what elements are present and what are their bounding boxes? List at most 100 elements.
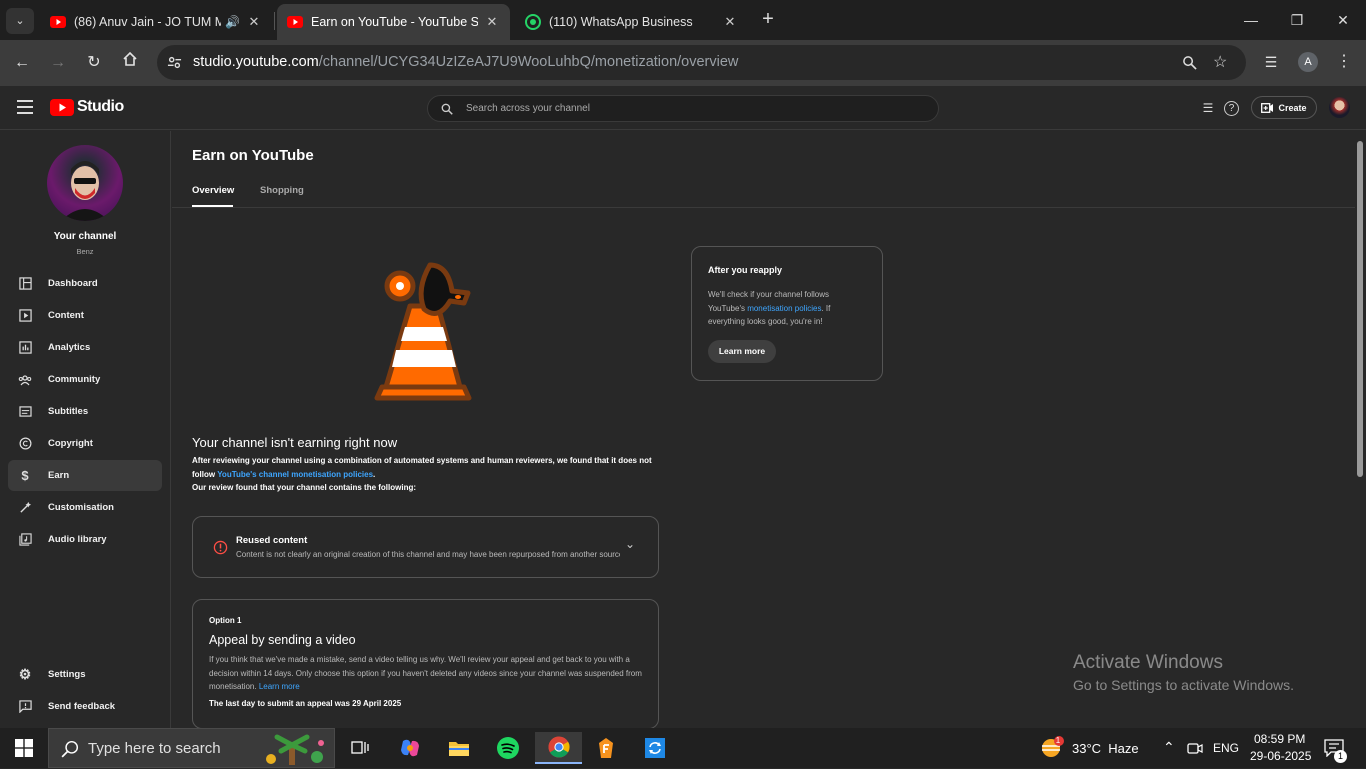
spotify-button[interactable] xyxy=(492,732,524,764)
new-tab-button[interactable]: + xyxy=(756,8,780,32)
appeal-option-card: Option 1 Appeal by sending a video If yo… xyxy=(192,599,659,728)
camera-icon[interactable] xyxy=(1187,741,1203,755)
channel-avatar[interactable] xyxy=(47,145,123,221)
learn-more-button[interactable]: Learn more xyxy=(708,340,776,363)
sidebar-item-earn[interactable]: $ Earn xyxy=(8,460,162,491)
menu-icon[interactable] xyxy=(17,100,33,114)
traffic-cone-illustration xyxy=(374,262,472,401)
gear-icon: ⚙ xyxy=(18,666,32,682)
studio-logo[interactable]: Studio xyxy=(50,98,124,116)
sidebar-item-label: Content xyxy=(48,310,84,321)
messages-icon[interactable]: ☰ xyxy=(1199,99,1217,117)
taskbar-search-input[interactable]: Type here to search xyxy=(48,728,335,768)
close-icon[interactable]: ✕ xyxy=(484,14,500,30)
media-controls-icon[interactable]: ☰ xyxy=(1258,49,1284,75)
forward-button[interactable]: → xyxy=(44,49,72,77)
sidebar-item-analytics[interactable]: Analytics xyxy=(8,332,162,363)
speaker-icon[interactable]: 🔊 xyxy=(225,15,240,29)
sidebar-item-label: Settings xyxy=(48,669,86,680)
chrome-button[interactable] xyxy=(535,732,582,764)
create-button[interactable]: Create xyxy=(1251,96,1317,119)
fl-studio-icon xyxy=(599,738,613,758)
page-scrollbar[interactable] xyxy=(1355,131,1366,728)
earning-status-heading: Your channel isn't earning right now xyxy=(192,435,398,450)
weather-text[interactable]: 33°C Haze xyxy=(1072,741,1139,756)
reload-button[interactable]: ↻ xyxy=(80,49,108,77)
copilot-button[interactable] xyxy=(394,732,426,764)
sidebar-item-dashboard[interactable]: Dashboard xyxy=(8,268,162,299)
clock-time[interactable]: 08:59 PM xyxy=(1254,732,1305,746)
tab-earn-on-youtube[interactable]: Earn on YouTube - YouTube Studio ✕ xyxy=(277,4,510,40)
sidebar-item-copyright[interactable]: Copyright xyxy=(8,428,162,459)
sidebar-item-subtitles[interactable]: Subtitles xyxy=(8,396,162,427)
learn-more-link[interactable]: Learn more xyxy=(259,682,300,691)
site-settings-icon[interactable] xyxy=(167,55,182,70)
search-placeholder: Search across your channel xyxy=(466,103,590,114)
sidebar-item-send-feedback[interactable]: Send feedback xyxy=(8,691,162,722)
reapply-title: After you reapply xyxy=(708,265,783,275)
sidebar-item-customisation[interactable]: Customisation xyxy=(8,492,162,523)
windows-logo-icon xyxy=(15,739,33,757)
dashboard-icon xyxy=(18,277,32,291)
search-icon xyxy=(441,103,453,115)
tab-shopping[interactable]: Shopping xyxy=(260,185,304,196)
file-explorer-button[interactable] xyxy=(443,732,475,764)
start-button[interactable] xyxy=(8,732,40,764)
search-input[interactable]: Search across your channel xyxy=(427,95,939,122)
earning-status-text: After reviewing your channel using a com… xyxy=(192,456,652,492)
activate-windows-subtitle: Go to Settings to activate Windows. xyxy=(1073,677,1294,693)
minimize-button[interactable]: — xyxy=(1228,0,1274,40)
sidebar-item-label: Send feedback xyxy=(48,701,116,712)
zoom-icon[interactable] xyxy=(1182,55,1197,70)
address-bar[interactable]: studio.youtube.com/channel/UCYG34UzIZeAJ… xyxy=(157,45,1246,80)
language-indicator[interactable]: ENG xyxy=(1213,741,1239,755)
home-button[interactable] xyxy=(116,49,144,77)
sidebar-item-content[interactable]: Content xyxy=(8,300,162,331)
tab-overview[interactable]: Overview xyxy=(192,185,234,196)
spotify-icon xyxy=(497,737,519,759)
scrollbar-thumb[interactable] xyxy=(1357,141,1363,477)
channel-avatar-image xyxy=(61,161,109,221)
monetisation-policies-link[interactable]: YouTube's channel monetisation policies xyxy=(217,470,373,479)
back-button[interactable]: ← xyxy=(8,49,36,77)
restore-button[interactable]: ❐ xyxy=(1274,0,1320,40)
community-icon xyxy=(18,373,32,387)
channel-title[interactable]: Your channel xyxy=(0,231,170,242)
account-avatar[interactable] xyxy=(1329,97,1350,118)
feedback-icon xyxy=(18,700,32,714)
close-icon[interactable]: ✕ xyxy=(246,14,262,30)
profile-avatar[interactable]: A xyxy=(1298,52,1318,72)
chevron-down-icon[interactable]: ⌄ xyxy=(625,537,635,551)
browser-menu-icon[interactable]: ⋮ xyxy=(1331,49,1357,75)
sidebar-item-community[interactable]: Community xyxy=(8,364,162,395)
subtitles-icon xyxy=(18,405,32,419)
close-icon[interactable]: ✕ xyxy=(722,14,738,30)
reused-content-card[interactable]: Reused content Content is not clearly an… xyxy=(192,516,659,578)
page-title: Earn on YouTube xyxy=(192,147,314,164)
create-video-icon xyxy=(1261,102,1274,113)
tab-youtube-music[interactable]: (86) Anuv Jain - JO TUM MERA 🔊 ✕ xyxy=(40,4,272,40)
notification-count-badge: 1 xyxy=(1334,750,1347,763)
fl-studio-button[interactable] xyxy=(590,732,622,764)
sidebar: Your channel Benz Dashboard Content Anal… xyxy=(0,131,171,728)
browser-tab-strip: ⌄ (86) Anuv Jain - JO TUM MERA 🔊 ✕ Earn … xyxy=(0,0,1366,40)
activate-windows-title: Activate Windows xyxy=(1073,652,1223,673)
task-view-button[interactable] xyxy=(344,732,376,764)
windows-taskbar: Type here to search 1 33°C Haze ⌃ ENG 08… xyxy=(0,728,1366,768)
search-highlight-illustration xyxy=(266,734,324,765)
help-icon[interactable]: ? xyxy=(1224,101,1239,116)
task-view-icon xyxy=(351,741,369,754)
tab-whatsapp[interactable]: (110) WhatsApp Business ✕ xyxy=(515,4,748,40)
sidebar-item-label: Customisation xyxy=(48,502,114,513)
sidebar-item-settings[interactable]: ⚙ Settings xyxy=(8,659,162,690)
monetisation-policies-link[interactable]: monetisation policies xyxy=(747,304,821,313)
content-icon xyxy=(18,309,32,323)
clock-date[interactable]: 29-06-2025 xyxy=(1250,749,1311,763)
logo-text: Studio xyxy=(77,98,124,115)
bookmark-star-icon[interactable]: ☆ xyxy=(1213,45,1227,80)
chevron-up-icon[interactable]: ⌃ xyxy=(1163,739,1175,756)
tab-search-button[interactable]: ⌄ xyxy=(6,8,34,34)
sync-app-button[interactable] xyxy=(639,732,671,764)
sidebar-item-audio-library[interactable]: Audio library xyxy=(8,524,162,555)
window-close-button[interactable]: ✕ xyxy=(1320,0,1366,40)
